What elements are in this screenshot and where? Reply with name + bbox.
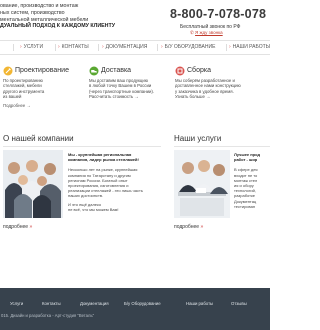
feature-title: Доставка <box>101 67 132 74</box>
nav-item-services[interactable]: › Услуги <box>20 41 43 54</box>
services-text-line: тестирован <box>234 203 256 209</box>
about-more-link[interactable]: подробнее » <box>3 224 32 230</box>
callback-label: Я жду звонка <box>195 30 223 35</box>
feature-text: По проектированию стеллажей, мебели друг… <box>3 78 83 100</box>
main-nav: › Услуги › Контакты › Документация › Б/у обо… <box>0 40 270 55</box>
nav-divider <box>13 44 14 51</box>
footer-link-services[interactable]: Услуги <box>10 301 23 306</box>
nav-divider <box>157 44 158 51</box>
footer-link-contacts[interactable]: Контакты <box>42 301 61 306</box>
chevron-icon: › <box>20 44 22 50</box>
feature-more-link[interactable]: Узнать больше → <box>175 94 267 99</box>
footer-link-used-equipment[interactable]: Б/у Оборудование <box>124 301 161 306</box>
nav-divider <box>226 44 227 51</box>
feature-text-line: из вашей <box>3 94 22 100</box>
services-section-title: Наши услуги <box>174 134 222 143</box>
services-photo <box>174 150 230 218</box>
nav-item-label: Документация <box>105 44 148 50</box>
section-divider <box>174 146 270 147</box>
nav-divider <box>55 44 56 51</box>
nav-item-docs[interactable]: › Документация <box>102 41 147 54</box>
assembly-icon <box>175 66 185 76</box>
footer-link-docs[interactable]: Документация <box>80 301 109 306</box>
feature-text: Мы соберём разработанное и доставленное … <box>175 78 267 100</box>
about-text: Мы - крупнейшая региональная компания, л… <box>68 152 161 212</box>
delivery-icon <box>89 66 99 76</box>
nav-item-contacts[interactable]: › Контакты <box>58 41 89 54</box>
feature-more-link[interactable]: Рассчитать стоимость → <box>89 94 171 99</box>
chevron-icon: › <box>102 44 104 50</box>
feature-title: Проектирование <box>15 67 69 74</box>
feature-text: Мы доставим ваш продукцию в любой точку … <box>89 78 171 100</box>
company-tagline: ование, производство и монтаж ных систем… <box>0 3 150 30</box>
feature-design: Проектирование По проектированию стеллаж… <box>3 66 83 116</box>
tagline-line: ование, производство и монтаж <box>0 3 79 9</box>
arrow-right-icon: » <box>29 224 33 230</box>
nav-item-label: Услуги <box>23 44 44 50</box>
more-link-label: подробнее <box>3 224 29 230</box>
nav-item-label: Контакты <box>61 44 89 50</box>
phone-number[interactable]: 8-800-7-078-078 <box>170 7 266 21</box>
footer-link-reviews[interactable]: Отзывы <box>231 301 247 306</box>
feature-assembly: Сборка Мы соберём разработанное и достав… <box>175 66 267 116</box>
more-link-label: подробнее <box>174 224 200 230</box>
chevron-icon: › <box>229 44 231 50</box>
callback-link[interactable]: ✆ Я жду звонка <box>190 30 223 36</box>
services-text: Лучшее прод работ - шир В сфере дея вход… <box>234 152 270 209</box>
nav-item-used-equipment[interactable]: › Б/у оборудование <box>161 41 215 54</box>
arrow-right-icon: » <box>200 224 204 230</box>
nav-item-label: Б/у оборудование <box>164 44 216 50</box>
design-icon <box>3 66 13 76</box>
about-section-title: О нашей компании <box>3 134 74 143</box>
section-divider <box>3 146 161 147</box>
nav-item-works[interactable]: › Наши работы <box>229 41 270 54</box>
feature-title: Сборка <box>187 67 211 74</box>
tagline-line: ных систем, производство <box>0 9 65 16</box>
about-text-line: не всё, что мы можем Вам! <box>68 206 119 212</box>
team-photo <box>3 150 63 218</box>
nav-divider <box>98 44 99 51</box>
footer-copyright: 015. Дизайн и разработка - Арт-студия "В… <box>1 313 95 318</box>
footer-link-works[interactable]: Наши работы <box>186 301 213 306</box>
site-header: ование, производство и монтаж ных систем… <box>0 0 270 40</box>
chevron-icon: › <box>161 44 163 50</box>
tagline-line: ДУАЛЬНЫЙ ПОДХОД К КАЖДОМУ КЛИЕНТУ <box>0 23 116 30</box>
phone-icon: ✆ <box>190 30 194 35</box>
services-more-link[interactable]: подробнее » <box>174 224 203 230</box>
nav-item-label: Наши работы <box>232 44 271 50</box>
site-footer: Услуги Контакты Документация Б/у Оборудо… <box>0 288 270 330</box>
feature-delivery: Доставка Мы доставим ваш продукцию в люб… <box>89 66 169 116</box>
feature-more-link[interactable]: Подробнее → <box>3 103 31 108</box>
chevron-icon: › <box>58 44 60 50</box>
